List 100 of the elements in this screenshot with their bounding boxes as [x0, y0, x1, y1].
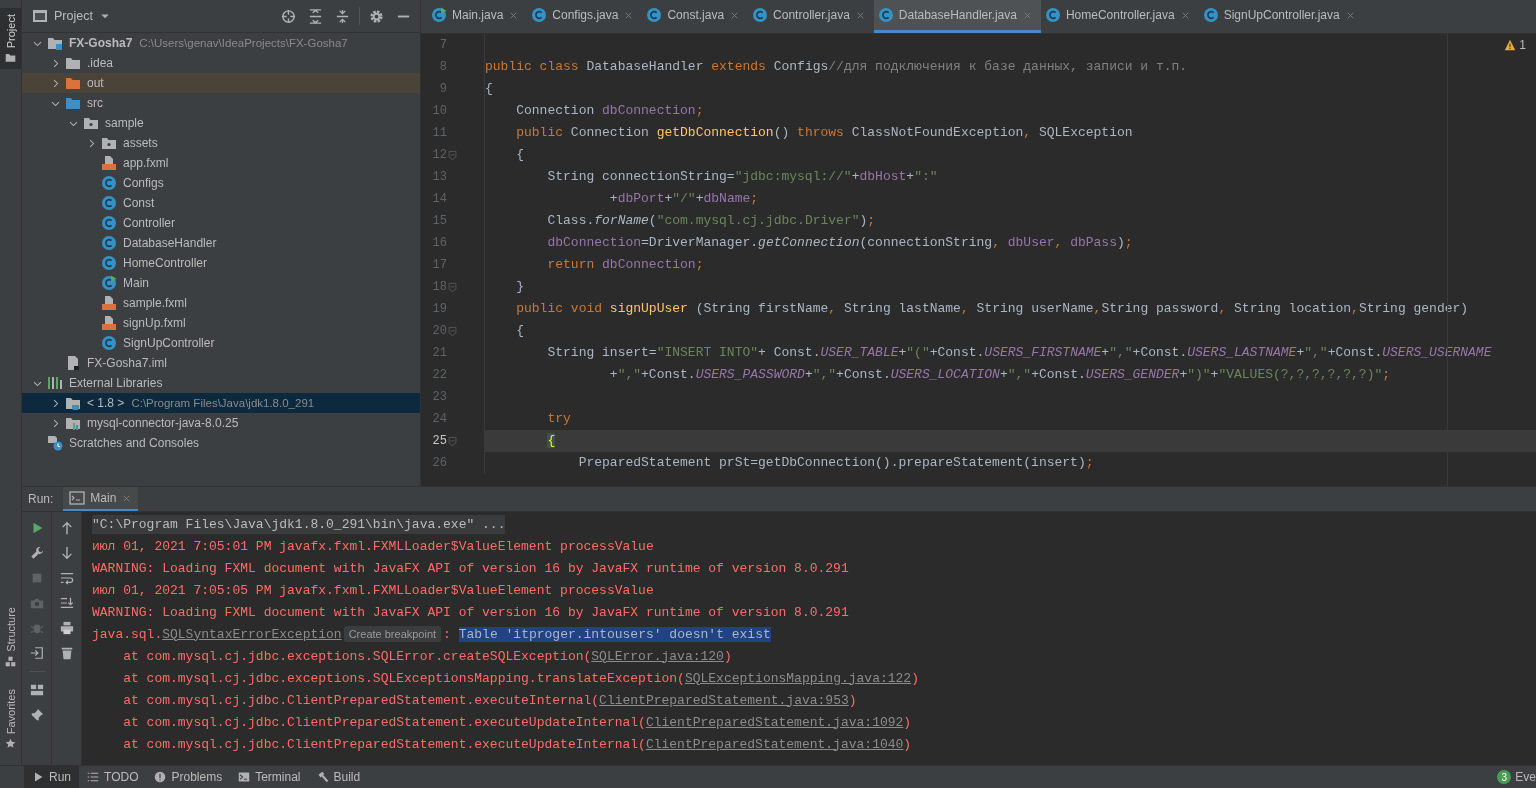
side-tab[interactable]: Favorites: [0, 682, 21, 755]
class-icon: [646, 7, 663, 23]
code-line: public void signUpUser (String firstName, String lastName, String userName,String password, String location,String gender): [515, 300, 1470, 318]
create-breakpoint-hint[interactable]: Create breakpoint: [343, 625, 442, 642]
tree-item[interactable]: Scratches and Consoles: [22, 433, 420, 453]
layout-icon[interactable]: [29, 683, 44, 697]
file-link[interactable]: SQLSyntaxErrorException: [162, 626, 342, 642]
tree-item[interactable]: Configs: [22, 173, 420, 193]
settings-icon[interactable]: [369, 8, 384, 24]
tree-item[interactable]: app.fxml: [22, 153, 420, 173]
exit-icon[interactable]: [29, 646, 44, 660]
arrow-up-icon[interactable]: [59, 521, 74, 535]
print-icon[interactable]: [59, 621, 74, 635]
fold-marker-icon[interactable]: [447, 281, 458, 293]
file-tab[interactable]: Configs.java: [527, 0, 643, 33]
tree-item[interactable]: DatabaseHandler: [22, 233, 420, 253]
class-icon: [752, 7, 769, 23]
folder-icon: [65, 75, 81, 91]
event-log-button[interactable]: Eve: [1515, 770, 1536, 784]
fold-marker-icon[interactable]: [447, 149, 458, 161]
file-tab[interactable]: SignUpController.java: [1198, 0, 1364, 33]
event-count-badge[interactable]: 3: [1497, 770, 1512, 784]
tree-item[interactable]: Const: [22, 193, 420, 213]
code-line: String insert="INSERT INTO"+ Const.USER_TABLE+"("+Const.USERS_FIRSTNAME+","+Const.USERS_LASTNAME+","+Const.USERS_USERNAME: [546, 344, 1493, 362]
fxml-file-icon: [101, 295, 117, 311]
class-icon: [531, 7, 548, 23]
line-number: 22: [431, 368, 447, 382]
scroll-to-end-icon[interactable]: [59, 596, 74, 610]
tree-item[interactable]: HomeController: [22, 253, 420, 273]
fxml-file-icon: [101, 315, 117, 331]
warning-icon: [1504, 39, 1517, 51]
side-tab[interactable]: Structure: [0, 601, 21, 673]
file-link[interactable]: ClientPreparedStatement.java:1040: [645, 736, 904, 752]
panel-title[interactable]: Project: [54, 9, 93, 23]
file-tab[interactable]: Controller.java: [748, 0, 874, 33]
file-link[interactable]: ClientPreparedStatement.java:1092: [645, 714, 904, 730]
console-line: июл 01, 2021 7:05:01 PM javafx.fxml.FXMLLoader$ValueElement processValue: [92, 538, 654, 554]
tree-item[interactable]: signUp.fxml: [22, 313, 420, 333]
tree-item[interactable]: src: [22, 93, 420, 113]
tree-item[interactable]: .idea: [22, 53, 420, 73]
code-line: PreparedStatement prSt=getDbConnection().prepareStatement(insert);: [577, 454, 1095, 472]
folder-icon: [65, 395, 81, 411]
line-number: 12: [431, 148, 447, 162]
line-number: 17: [431, 258, 447, 272]
tree-item[interactable]: sample: [22, 113, 420, 133]
arrow-down-icon[interactable]: [59, 546, 74, 560]
package-icon: [101, 135, 117, 151]
file-tab[interactable]: HomeController.java: [1040, 0, 1199, 33]
code-line: Connection dbConnection;: [515, 102, 705, 120]
warning-text: 1: [1519, 38, 1526, 52]
tree-item[interactable]: mysql-connector-java-8.0.25: [22, 413, 420, 433]
collapse-all-icon[interactable]: [335, 8, 350, 24]
fold-marker-icon[interactable]: [447, 435, 458, 447]
run-tab[interactable]: Main: [63, 487, 139, 511]
wrench-icon[interactable]: [29, 546, 44, 560]
tree-item[interactable]: out: [22, 73, 420, 93]
tool-window-button[interactable]: Terminal: [230, 766, 309, 788]
class-icon: [101, 195, 117, 211]
tree-item[interactable]: FX-Gosha7 C:\Users\genav\IdeaProjects\FX-Gosha7: [22, 33, 420, 53]
tool-window-button[interactable]: Run: [24, 766, 79, 788]
tree-item[interactable]: SignUpController: [22, 333, 420, 353]
code-line: {: [485, 80, 494, 98]
tool-window-button[interactable]: Problems: [146, 766, 231, 788]
file-link[interactable]: SQLExceptionsMapping.java:122: [684, 670, 912, 686]
side-tab[interactable]: Project: [0, 8, 21, 70]
file-tab[interactable]: Main.java: [427, 0, 528, 33]
expand-all-icon[interactable]: [308, 8, 323, 24]
console-icon: [69, 490, 86, 506]
tree-item[interactable]: assets: [22, 133, 420, 153]
tree-item[interactable]: sample.fxml: [22, 293, 420, 313]
class-icon: [1044, 7, 1061, 23]
tool-window-button[interactable]: TODO: [79, 766, 147, 788]
trash-icon[interactable]: [59, 646, 74, 660]
fold-marker-icon[interactable]: [447, 325, 458, 337]
code-line: dbConnection=DriverManager.getConnection(connectionString, dbUser, dbPass);: [546, 234, 1134, 252]
tree-item[interactable]: FX-Gosha7.iml: [22, 353, 420, 373]
tree-item[interactable]: < 1.8 > C:\Program Files\Java\jdk1.8.0_291: [22, 393, 420, 413]
line-number: 19: [431, 302, 447, 316]
pin-icon[interactable]: [29, 708, 44, 722]
file-tab[interactable]: Const.java: [642, 0, 749, 33]
tool-window-button[interactable]: Build: [308, 766, 369, 788]
line-number: 15: [431, 214, 447, 228]
soft-wrap-icon[interactable]: [59, 571, 74, 585]
tree-item[interactable]: Controller: [22, 213, 420, 233]
locate-icon[interactable]: [281, 8, 296, 24]
tree-item[interactable]: External Libraries: [22, 373, 420, 393]
line-number: 20: [431, 324, 447, 338]
tree-item[interactable]: Main: [22, 273, 420, 293]
console-line: java.sql.SQLSyntaxErrorException Create breakpoint : Table 'itproger.intousers' doesn't exist: [92, 626, 771, 642]
line-number: 21: [431, 346, 447, 360]
warning-count[interactable]: 1: [1504, 38, 1526, 52]
line-number: 13: [431, 170, 447, 184]
file-link[interactable]: ClientPreparedStatement.java:953: [599, 692, 849, 708]
line-number: 18: [431, 280, 447, 294]
info-icon: [154, 771, 167, 783]
scratches-icon: [47, 435, 63, 451]
fxml-file-icon: [101, 155, 117, 171]
line-number: 16: [431, 236, 447, 250]
file-tab[interactable]: DatabaseHandler.java: [873, 0, 1041, 33]
file-link[interactable]: SQLError.java:120: [591, 648, 724, 664]
